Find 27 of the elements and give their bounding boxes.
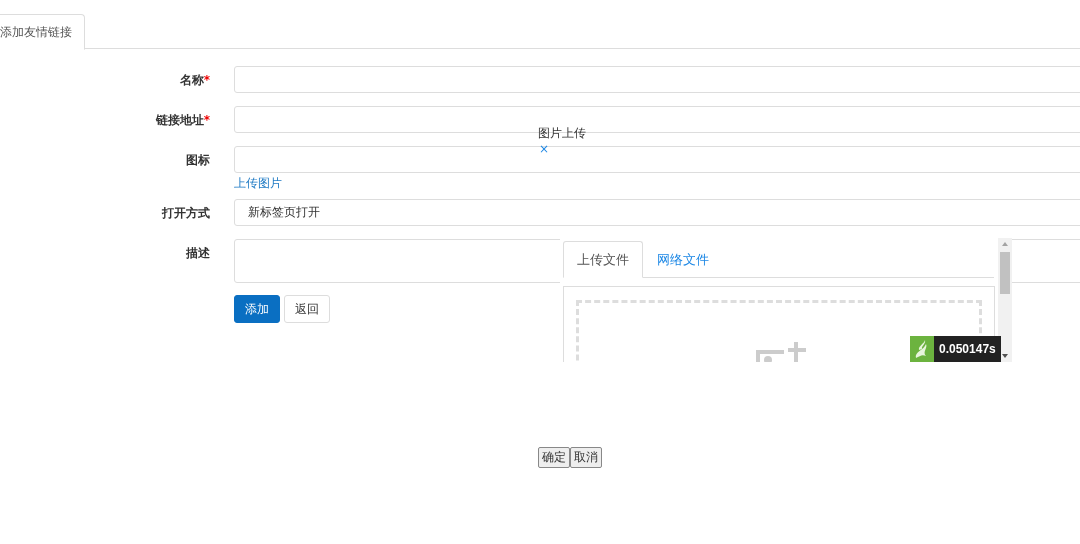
select-field[interactable]: 新标签页打开 [234, 199, 1080, 226]
add-image-icon [754, 340, 808, 362]
add-button[interactable]: 添加 [234, 295, 280, 323]
flame-logo-icon [910, 336, 934, 362]
scroll-down-icon[interactable] [1002, 354, 1008, 358]
load-time: 0.050147s [934, 336, 1001, 362]
required-mark: * [203, 113, 210, 127]
upload-tab[interactable]: 网络文件 [643, 241, 723, 278]
page-tab[interactable]: 添加友情链接 [0, 14, 85, 50]
field-label: 描述 [186, 246, 210, 260]
field-label: 链接地址 [155, 113, 204, 127]
required-mark: * [203, 73, 210, 87]
dialog-title: 图片上传 [538, 125, 586, 142]
upload-tab[interactable]: 上传文件 [563, 241, 643, 278]
upload-image-link[interactable]: 上传图片 [234, 175, 1080, 192]
field-label: 名称 [179, 73, 204, 87]
scrollbar[interactable] [998, 238, 1012, 362]
cancel-button[interactable]: 取消 [570, 447, 602, 468]
field-label: 图标 [186, 153, 210, 167]
confirm-button[interactable]: 确定 [538, 447, 570, 468]
input-field[interactable] [234, 66, 1080, 93]
close-button[interactable]: × [539, 142, 550, 156]
scrollbar-thumb[interactable] [1000, 252, 1010, 294]
input-field[interactable] [234, 146, 1080, 173]
back-button[interactable]: 返回 [284, 295, 330, 323]
scroll-up-icon[interactable] [1002, 242, 1008, 246]
field-label: 打开方式 [162, 206, 210, 220]
